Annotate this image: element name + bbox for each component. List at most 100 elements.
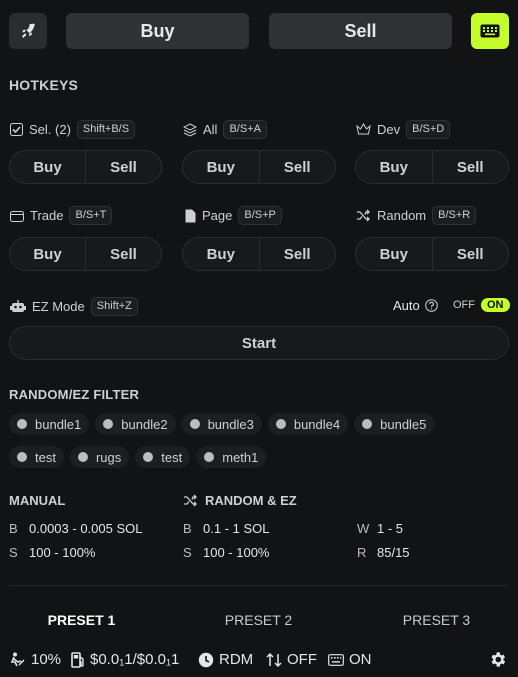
filter-tags-row-2: test rugs test meth1 xyxy=(9,446,267,468)
settings-button[interactable] xyxy=(488,650,507,674)
checkbox-icon xyxy=(10,123,23,136)
keyboard-icon xyxy=(480,24,500,38)
hotkey-random-pair: Buy Sell xyxy=(355,237,509,271)
trade-buy-button[interactable]: Buy xyxy=(10,238,86,270)
selected-buy-button[interactable]: Buy xyxy=(10,151,86,183)
shortcut-chip: B/S+P xyxy=(238,206,282,225)
dev-sell-button[interactable]: Sell xyxy=(433,151,509,183)
preset-3-tab[interactable]: PRESET 3 xyxy=(364,612,509,628)
random-s-value: 100 - 100% xyxy=(203,545,270,560)
manual-b-key: B xyxy=(9,521,18,536)
hotkey-page-pair: Buy Sell xyxy=(182,237,336,271)
help-icon[interactable] xyxy=(424,299,438,312)
auto-toggle[interactable]: OFF ON xyxy=(453,298,510,312)
random-ez-sell-range: S 100 - 100% xyxy=(183,545,270,560)
hotkey-label-text: All xyxy=(203,122,218,137)
shuffle-icon xyxy=(184,494,197,507)
hotkeys-title: HOTKEYS xyxy=(9,77,79,93)
status-fees[interactable]: $0.0₁1/$0.0₁1 xyxy=(71,651,179,668)
clock-icon xyxy=(198,652,214,667)
random-buy-button[interactable]: Buy xyxy=(356,238,433,270)
shortcut-chip: Shift+Z xyxy=(90,297,138,316)
top-buy-button[interactable]: Buy xyxy=(66,13,249,49)
manual-s-value: 100 - 100% xyxy=(29,545,96,560)
radio-dot-icon xyxy=(143,452,154,462)
status-slippage[interactable]: 10% xyxy=(9,651,61,668)
random-ez-title: RANDOM & EZ xyxy=(183,493,297,508)
radio-dot-icon xyxy=(275,419,286,429)
shortcut-chip: Shift+B/S xyxy=(76,120,136,139)
start-button[interactable]: Start xyxy=(9,326,509,360)
keyboard-icon xyxy=(328,653,344,666)
hotkey-selected-label: Sel. (2) Shift+B/S xyxy=(10,120,136,139)
filter-tag[interactable]: bundle4 xyxy=(267,413,349,435)
random-w-key: W xyxy=(357,521,370,536)
keyboard-toggle-button[interactable] xyxy=(471,13,509,49)
rocket-icon xyxy=(22,23,35,38)
hotkey-label-text: Random xyxy=(377,208,427,223)
filter-tag-label: rugs xyxy=(95,449,122,465)
radio-dot-icon xyxy=(189,419,200,429)
status-keyboard[interactable]: ON xyxy=(328,651,372,668)
hotkey-label-text: Sel. (2) xyxy=(29,122,71,137)
filter-tag[interactable]: bundle5 xyxy=(354,413,435,435)
random-ez-buy-range: B 0.1 - 1 SOL xyxy=(183,521,269,536)
top-sell-button[interactable]: Sell xyxy=(269,13,452,49)
filter-tag-label: bundle3 xyxy=(207,416,254,432)
shortcut-chip: B/S+T xyxy=(69,206,113,225)
filter-tag[interactable]: bundle3 xyxy=(181,413,262,435)
shortcut-chip: B/S+A xyxy=(223,120,267,139)
ez-mode-label: EZ Mode Shift+Z xyxy=(10,297,138,316)
random-r-key: R xyxy=(357,545,367,560)
wallet-icon xyxy=(10,210,24,222)
filter-tag[interactable]: meth1 xyxy=(196,446,267,468)
page-sell-button[interactable]: Sell xyxy=(260,238,336,270)
preset-2-tab[interactable]: PRESET 2 xyxy=(186,612,331,628)
status-mode[interactable]: RDM xyxy=(198,651,253,668)
shortcut-chip: B/S+R xyxy=(432,206,477,225)
filter-tag-label: test xyxy=(35,449,56,465)
radio-dot-icon xyxy=(362,419,373,429)
hotkey-dev-pair: Buy Sell xyxy=(355,150,509,184)
sort-arrows-icon xyxy=(266,652,282,667)
manual-s-key: S xyxy=(9,545,18,560)
filter-tag-label: bundle5 xyxy=(380,416,427,432)
toggle-on-label: ON xyxy=(481,298,510,312)
filter-tag[interactable]: test xyxy=(9,446,64,468)
fees-value: $0.0₁1/$0.0₁1 xyxy=(90,651,180,668)
hotkey-all-pair: Buy Sell xyxy=(182,150,336,184)
filter-tag[interactable]: test xyxy=(135,446,191,468)
hotkey-dev-label: Dev B/S+D xyxy=(356,120,451,139)
random-ez-wallets: W 1 - 5 xyxy=(357,521,403,536)
hotkey-trade-pair: Buy Sell xyxy=(9,237,162,271)
dev-buy-button[interactable]: Buy xyxy=(356,151,433,183)
keyboard-value: ON xyxy=(349,651,372,668)
slippage-icon xyxy=(10,652,25,666)
page-buy-button[interactable]: Buy xyxy=(183,238,260,270)
manual-sell-range: S 100 - 100% xyxy=(9,545,96,560)
trade-sell-button[interactable]: Sell xyxy=(86,238,161,270)
radio-dot-icon xyxy=(17,452,27,462)
shuffle-icon xyxy=(357,209,370,222)
toggle-off-label: OFF xyxy=(453,299,475,311)
selected-sell-button[interactable]: Sell xyxy=(86,151,161,183)
filter-tag[interactable]: rugs xyxy=(69,446,130,468)
filter-tags-row-1: bundle1 bundle2 bundle3 bundle4 bundle5 xyxy=(9,413,435,435)
random-sell-button[interactable]: Sell xyxy=(433,238,509,270)
status-sort[interactable]: OFF xyxy=(266,651,317,668)
layers-icon xyxy=(183,122,197,137)
random-s-key: S xyxy=(183,545,192,560)
slippage-value: 10% xyxy=(31,651,62,668)
ez-mode-text: EZ Mode xyxy=(32,299,85,314)
filter-tag[interactable]: bundle1 xyxy=(9,413,90,435)
all-sell-button[interactable]: Sell xyxy=(260,151,336,183)
filter-tag-label: meth1 xyxy=(222,449,259,465)
all-buy-button[interactable]: Buy xyxy=(183,151,260,183)
preset-1-tab[interactable]: PRESET 1 xyxy=(9,612,154,628)
manual-b-value: 0.0003 - 0.005 SOL xyxy=(29,521,143,536)
manual-buy-range: B 0.0003 - 0.005 SOL xyxy=(9,521,142,536)
filter-tag[interactable]: bundle2 xyxy=(95,413,176,435)
manual-title: MANUAL xyxy=(9,493,66,508)
rocket-button[interactable] xyxy=(9,13,47,49)
hotkey-page-label: Page B/S+P xyxy=(185,206,282,225)
